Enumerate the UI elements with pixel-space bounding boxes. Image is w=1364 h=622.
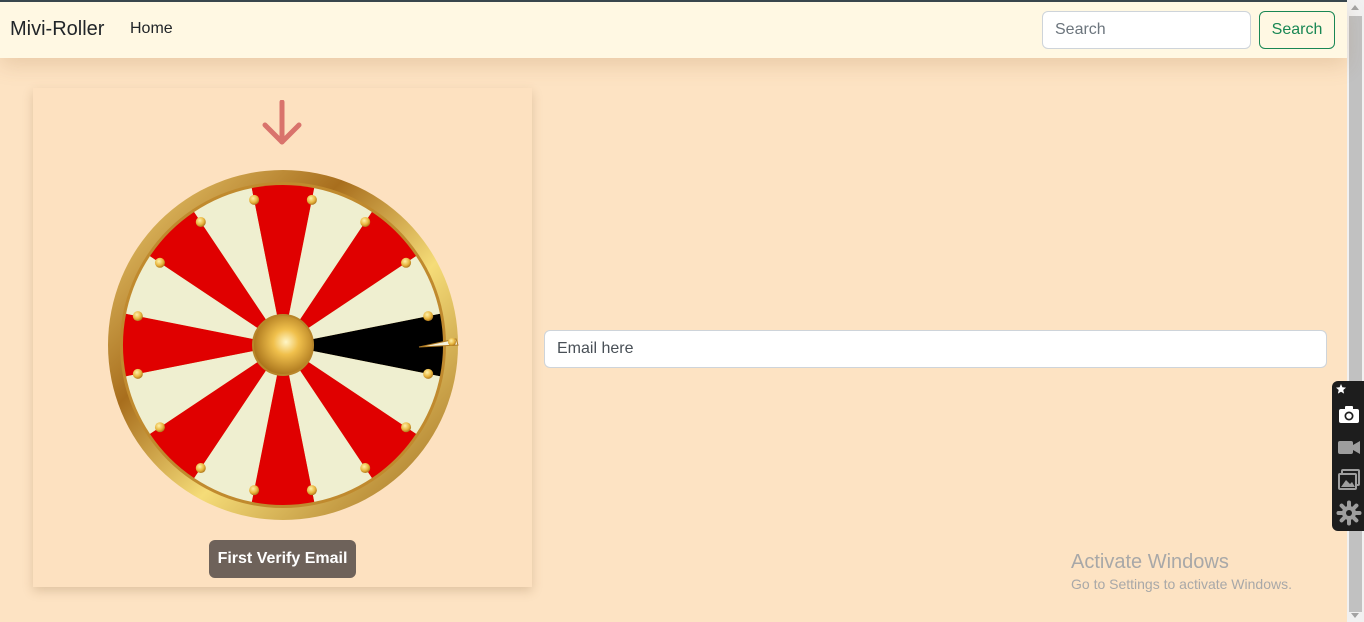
capture-toolbar: [1332, 381, 1364, 531]
wheel-rim-dot: [360, 463, 371, 474]
watermark-title: Activate Windows: [1071, 551, 1229, 573]
wheel-rim-dot: [132, 368, 143, 379]
wheel-rim-dot: [306, 485, 317, 496]
wheel-rim-dot: [306, 194, 317, 205]
brand-logo[interactable]: Mivi-Roller: [10, 18, 104, 41]
wheel-rim-dot: [423, 311, 434, 322]
scroll-down-arrow-icon[interactable]: [1351, 613, 1359, 618]
email-field[interactable]: [544, 330, 1327, 368]
wheel-rim-dot: [132, 311, 143, 322]
navbar: Mivi-Roller Home Search: [0, 2, 1347, 58]
wheel-rim-dot: [154, 422, 165, 433]
scroll-up-arrow-icon[interactable]: [1351, 5, 1359, 10]
settings-icon[interactable]: [1336, 500, 1362, 526]
prize-wheel[interactable]: [107, 169, 459, 521]
verify-email-button[interactable]: First Verify Email: [209, 540, 356, 578]
pin-icon[interactable]: [1335, 383, 1347, 395]
video-icon[interactable]: [1336, 434, 1362, 460]
wheel-rim-dot: [360, 216, 371, 227]
camera-icon[interactable]: [1336, 401, 1362, 427]
wheel-hub: [252, 314, 314, 376]
wheel-rim-dot: [423, 368, 434, 379]
windows-activation-watermark: Activate Windows Go to Settings to activ…: [1071, 551, 1292, 595]
wheel-rim-dot: [401, 422, 412, 433]
watermark-subtitle: Go to Settings to activate Windows.: [1071, 576, 1292, 592]
gallery-icon[interactable]: [1336, 467, 1362, 493]
wheel-rim-dot: [154, 257, 165, 268]
wheel-rim-dot: [195, 216, 206, 227]
arrow-down-icon: [262, 100, 302, 145]
nav-home-link[interactable]: Home: [130, 20, 173, 38]
wheel-rim-dot: [249, 485, 260, 496]
search-input[interactable]: [1042, 11, 1251, 49]
wheel-rim-dot: [401, 257, 412, 268]
wheel-rim-dot: [249, 194, 260, 205]
wheel-rim-dot: [195, 463, 206, 474]
search-button[interactable]: Search: [1259, 11, 1335, 49]
